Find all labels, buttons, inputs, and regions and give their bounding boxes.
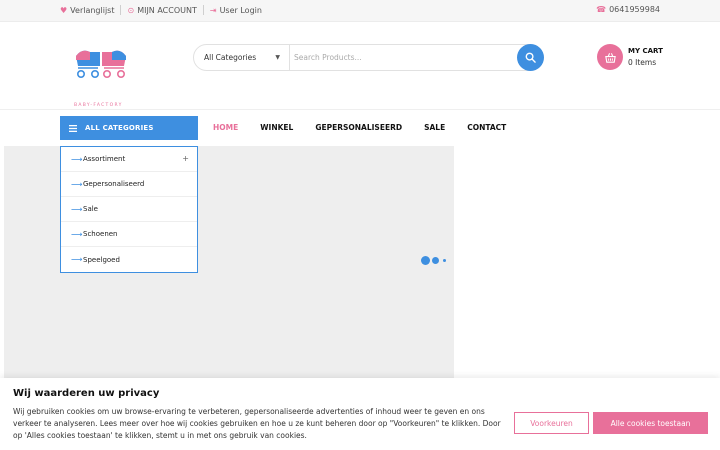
category-label: Schoenen	[83, 230, 118, 238]
search-input[interactable]	[294, 45, 512, 70]
chevron-down-icon: ▼	[275, 54, 280, 61]
cart-button[interactable]	[597, 44, 623, 70]
category-item-schoenen[interactable]: ⟶ Schoenen	[61, 222, 197, 247]
category-select[interactable]: All Categories ▼	[194, 45, 290, 70]
nav-item-gepersonaliseerd[interactable]: GEPERSONALISEERD	[315, 123, 402, 132]
nav-item-contact[interactable]: CONTACT	[467, 123, 506, 132]
category-item-gepersonaliseerd[interactable]: ⟶ Gepersonaliseerd	[61, 172, 197, 197]
cart-count: 0 Items	[628, 58, 657, 67]
account-label: MIJN ACCOUNT	[137, 5, 197, 15]
category-label: Gepersonaliseerd	[83, 180, 145, 188]
category-label: Sale	[83, 205, 98, 213]
baby-factory-logo[interactable]	[72, 46, 130, 88]
preferences-button[interactable]: Voorkeuren	[514, 412, 589, 434]
top-bar: ♥ Verlanglijst ⊙ MIJN ACCOUNT ⇥ User Log…	[0, 0, 720, 22]
allow-all-cookies-button[interactable]: Alle cookies toestaan	[593, 412, 708, 434]
search-bar: All Categories ▼	[193, 44, 543, 71]
arrow-right-icon: ⟶	[71, 154, 83, 164]
category-label: Speelgoed	[83, 255, 120, 264]
account-link[interactable]: ⊙ MIJN ACCOUNT	[127, 6, 196, 15]
login-icon: ⇥	[209, 5, 217, 15]
search-button[interactable]	[517, 44, 544, 71]
login-label: User Login	[219, 5, 262, 15]
category-item-assortiment[interactable]: ⟶ Assortiment +	[61, 147, 197, 172]
loading-spinner	[421, 256, 446, 265]
category-item-sale[interactable]: ⟶ Sale	[61, 197, 197, 222]
phone-icon: ☎	[596, 5, 607, 14]
loader-dot	[432, 257, 439, 264]
all-categories-button[interactable]: ALL CATEGORIES	[60, 116, 198, 140]
user-circle-icon: ⊙	[127, 5, 135, 15]
search-icon	[525, 52, 536, 63]
cookie-banner: Wij waarderen uw privacy Wij gebruiken c…	[0, 378, 720, 450]
heart-icon: ♥	[60, 5, 68, 15]
category-menu: ⟶ Assortiment + ⟶ Gepersonaliseerd ⟶ Sal…	[60, 146, 198, 273]
hamburger-icon	[69, 124, 77, 132]
top-bar-links: ♥ Verlanglijst ⊙ MIJN ACCOUNT ⇥ User Log…	[60, 5, 262, 15]
cart-title[interactable]: MY CART	[628, 47, 663, 55]
divider	[120, 5, 122, 15]
phone-number: 0641959984	[609, 5, 660, 14]
phone-contact[interactable]: ☎ 0641959984	[596, 5, 660, 14]
logo-text: BABY-FACTORY	[74, 103, 123, 108]
arrow-right-icon: ⟶	[71, 179, 83, 189]
divider	[202, 5, 204, 15]
cookie-text: Wij gebruiken cookies om uw browse-ervar…	[13, 407, 501, 440]
page: ♥ Verlanglijst ⊙ MIJN ACCOUNT ⇥ User Log…	[0, 0, 720, 450]
category-label: Assortiment	[83, 155, 126, 163]
arrow-right-icon: ⟶	[71, 255, 83, 264]
wishlist-link[interactable]: ♥ Verlanglijst	[60, 6, 114, 15]
loader-dot	[443, 259, 446, 262]
nav-item-home[interactable]: HOME	[213, 123, 238, 132]
loader-dot	[421, 256, 430, 265]
nav-item-sale[interactable]: SALE	[424, 123, 445, 132]
all-categories-label: ALL CATEGORIES	[85, 124, 154, 132]
main-nav: HOME WINKEL GEPERSONALISEERD SALE CONTAC…	[213, 123, 528, 132]
arrow-right-icon: ⟶	[71, 204, 83, 214]
arrow-right-icon: ⟶	[71, 229, 83, 239]
category-item-speelgoed[interactable]: ⟶ Speelgoed	[61, 247, 197, 272]
nav-item-winkel[interactable]: WINKEL	[260, 123, 293, 132]
login-link[interactable]: ⇥ User Login	[210, 6, 262, 15]
expand-icon[interactable]: +	[182, 154, 189, 163]
basket-icon	[604, 52, 616, 63]
category-select-value: All Categories	[204, 53, 257, 62]
cookie-title: Wij waarderen uw privacy	[13, 388, 160, 399]
wishlist-label: Verlanglijst	[70, 5, 115, 15]
